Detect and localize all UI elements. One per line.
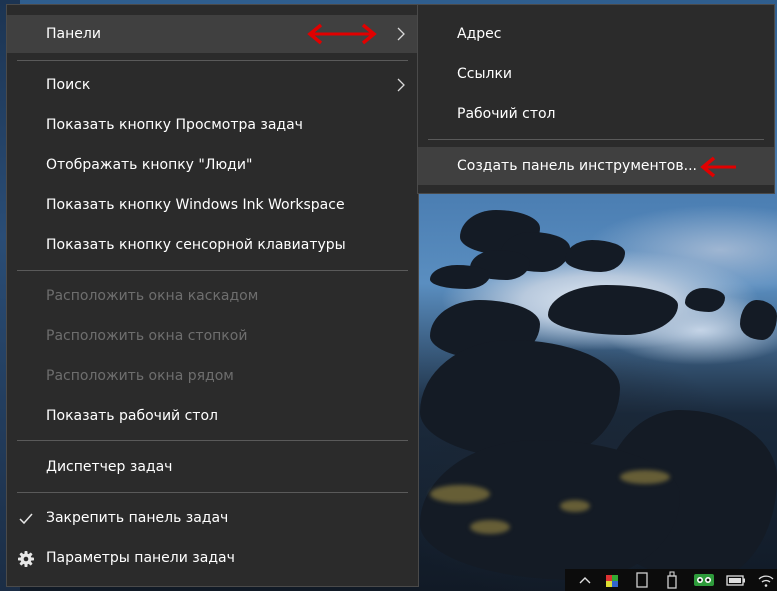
checkmark-icon xyxy=(19,513,33,525)
submenu-item-label: Рабочий стол xyxy=(457,106,556,122)
menu-item-taskbar-settings[interactable]: Параметры панели задач xyxy=(7,539,418,577)
menu-item-label: Поиск xyxy=(46,77,91,93)
tablet-icon[interactable] xyxy=(635,571,649,589)
menu-item-stack-windows: Расположить окна стопкой xyxy=(7,317,418,355)
menu-separator xyxy=(17,60,408,61)
menu-item-label: Закрепить панель задач xyxy=(46,510,229,526)
menu-item-label: Расположить окна каскадом xyxy=(46,288,259,304)
menu-item-search[interactable]: Поиск xyxy=(7,66,418,104)
menu-item-lock-taskbar[interactable]: Закрепить панель задач xyxy=(7,499,418,537)
menu-separator xyxy=(17,440,408,441)
menu-item-label: Отображать кнопку "Люди" xyxy=(46,157,253,173)
system-tray xyxy=(565,569,777,591)
taskbar-context-menu: Панели Поиск Показать кнопку Просмотра з… xyxy=(6,4,419,587)
submenu-item-links[interactable]: Ссылки xyxy=(418,55,774,93)
menu-item-cascade-windows: Расположить окна каскадом xyxy=(7,277,418,315)
submenu-item-label: Адрес xyxy=(457,26,502,42)
battery-icon[interactable] xyxy=(725,571,747,589)
menu-item-label: Показать кнопку Просмотра задач xyxy=(46,117,303,133)
red-arrow-left-icon xyxy=(700,156,736,178)
submenu-item-desktop[interactable]: Рабочий стол xyxy=(418,95,774,133)
double-red-arrow-icon xyxy=(307,23,377,45)
menu-item-label: Показать кнопку сенсорной клавиатуры xyxy=(46,237,346,253)
menu-item-label: Расположить окна рядом xyxy=(46,368,234,384)
wifi-icon[interactable] xyxy=(757,571,775,589)
menu-item-label: Показать кнопку Windows Ink Workspace xyxy=(46,197,345,213)
menu-separator xyxy=(17,270,408,271)
menu-item-show-desktop[interactable]: Показать рабочий стол xyxy=(7,397,418,435)
menu-item-label: Диспетчер задач xyxy=(46,459,173,475)
submenu-item-label: Создать панель инструментов... xyxy=(457,158,697,174)
menu-item-side-by-side-windows: Расположить окна рядом xyxy=(7,357,418,395)
usb-drive-icon[interactable] xyxy=(665,571,679,589)
menu-item-show-ink-workspace[interactable]: Показать кнопку Windows Ink Workspace xyxy=(7,186,418,224)
show-hidden-icons-chevron-icon[interactable] xyxy=(577,571,593,589)
chevron-right-icon xyxy=(397,78,405,92)
menu-item-label: Панели xyxy=(46,26,101,42)
roboform-icon[interactable] xyxy=(693,571,715,589)
menu-item-label: Показать рабочий стол xyxy=(46,408,218,424)
panels-submenu: Адрес Ссылки Рабочий стол Создать панель… xyxy=(417,4,775,194)
menu-item-show-task-view[interactable]: Показать кнопку Просмотра задач xyxy=(7,106,418,144)
submenu-separator xyxy=(428,139,764,140)
menu-item-label: Параметры панели задач xyxy=(46,550,235,566)
submenu-item-label: Ссылки xyxy=(457,66,513,82)
cube-app-icon[interactable] xyxy=(603,571,621,589)
submenu-item-address[interactable]: Адрес xyxy=(418,15,774,53)
menu-item-label: Расположить окна стопкой xyxy=(46,328,248,344)
menu-separator xyxy=(17,492,408,493)
chevron-right-icon xyxy=(397,27,405,41)
menu-item-show-touch-keyboard[interactable]: Показать кнопку сенсорной клавиатуры xyxy=(7,226,418,264)
menu-item-show-people[interactable]: Отображать кнопку "Люди" xyxy=(7,146,418,184)
gear-icon xyxy=(18,551,34,567)
menu-item-task-manager[interactable]: Диспетчер задач xyxy=(7,448,418,486)
